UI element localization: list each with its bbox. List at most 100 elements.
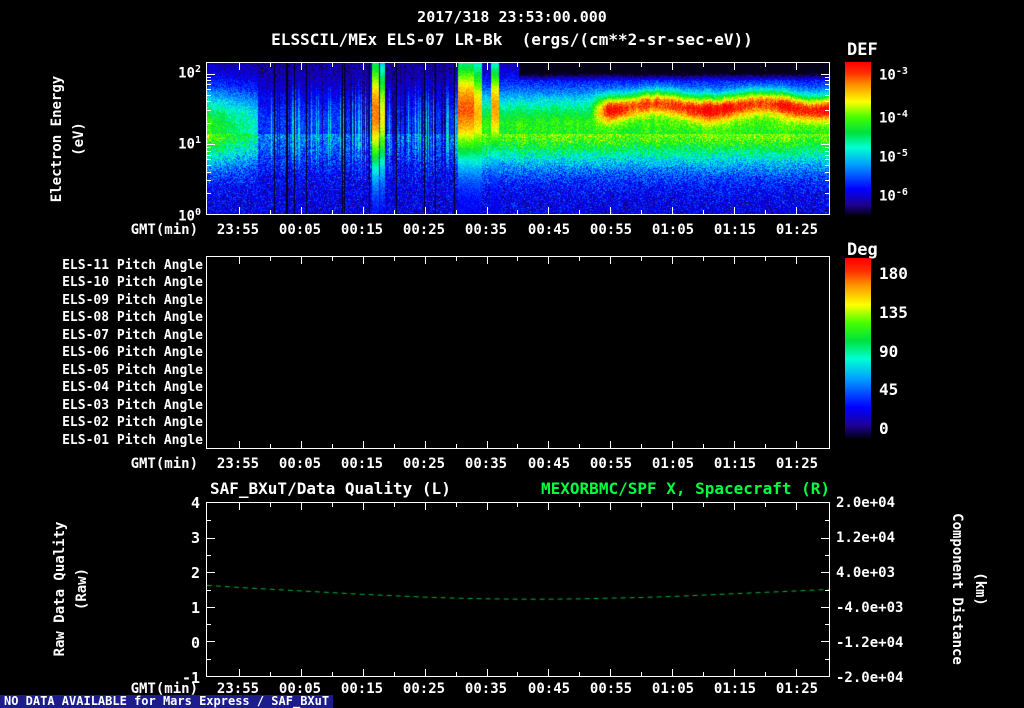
tick-mark <box>796 441 797 448</box>
quality-tick-label: 2 <box>190 564 200 582</box>
tick-mark <box>425 503 426 510</box>
tick-mark <box>765 672 766 676</box>
tick-mark <box>270 210 271 214</box>
tick-mark <box>425 669 426 676</box>
x-tick-label: 01:15 <box>713 222 757 238</box>
tick-mark <box>548 257 549 264</box>
tick-mark <box>332 444 333 448</box>
line-plot-panel <box>206 502 830 677</box>
deg-colorbar-tick: 90 <box>879 342 899 361</box>
bottom-left-title: SAF_BXuT/Data Quality (L) <box>210 479 451 498</box>
tick-mark <box>394 672 395 676</box>
tick-mark <box>703 503 704 507</box>
x-tick-label: 00:45 <box>527 222 571 238</box>
tick-mark <box>821 538 829 539</box>
x-tick-label: 01:05 <box>651 222 695 238</box>
quality-axis-label: Raw Data Quality <box>52 521 68 657</box>
tick-exp: 1 <box>194 135 201 146</box>
tick-mark <box>207 144 215 145</box>
x-tick-label: 01:05 <box>651 456 695 472</box>
tick-mark <box>703 672 704 676</box>
tick-exp: -6 <box>895 187 908 198</box>
tick-mark <box>825 84 829 85</box>
tick-mark <box>207 172 211 173</box>
spectrogram-panel <box>206 62 830 215</box>
tick-base: 10 <box>178 65 195 82</box>
tick-mark <box>579 672 580 676</box>
x-tick-label: 00:05 <box>278 456 322 472</box>
tick-mark <box>425 207 426 214</box>
tick-mark <box>425 441 426 448</box>
tick-mark <box>394 503 395 507</box>
quality-tick-label: 3 <box>190 529 200 547</box>
pitch-row-label: ELS-05 Pitch Angle <box>62 363 203 378</box>
tick-mark <box>821 572 829 573</box>
tick-mark <box>579 63 580 67</box>
tick-mark <box>301 63 302 70</box>
tick-mark <box>610 207 611 214</box>
tick-mark <box>821 74 829 75</box>
x-tick-label: 01:25 <box>775 222 819 238</box>
tick-exp: -5 <box>895 148 908 159</box>
tick-mark <box>207 538 215 539</box>
tick-mark <box>517 210 518 214</box>
x-tick-label: 01:05 <box>651 681 695 697</box>
deg-colorbar <box>845 258 871 438</box>
tick-mark <box>796 669 797 676</box>
tick-mark <box>207 147 211 148</box>
tick-mark <box>270 672 271 676</box>
tick-exp: -3 <box>895 66 908 77</box>
tick-mark <box>394 257 395 261</box>
tick-mark <box>517 257 518 261</box>
tick-mark <box>548 63 549 70</box>
tick-mark <box>796 257 797 264</box>
tick-mark <box>487 63 488 70</box>
x-tick-label: 00:55 <box>589 222 633 238</box>
tick-mark <box>579 210 580 214</box>
pitch-row-label: ELS-09 Pitch Angle <box>62 293 203 308</box>
tick-mark <box>456 672 457 676</box>
x-tick-label: 00:35 <box>464 456 508 472</box>
tick-exp: -4 <box>895 109 908 120</box>
tick-mark <box>332 63 333 67</box>
tick-base: 10 <box>178 136 195 153</box>
tick-mark <box>207 555 211 556</box>
pitch-row-label: ELS-08 Pitch Angle <box>62 310 203 325</box>
tick-mark <box>207 572 215 573</box>
tick-mark <box>734 441 735 448</box>
distance-tick-label: 1.2e+04 <box>836 530 896 546</box>
tick-mark <box>825 110 829 111</box>
tick-mark <box>270 257 271 261</box>
tick-mark <box>703 210 704 214</box>
def-colorbar-tick: 10-3 <box>879 66 908 84</box>
x-tick-label: 00:15 <box>340 456 384 472</box>
x-tick-label: 01:15 <box>713 456 757 472</box>
quality-axis-units: (Raw) <box>74 567 90 611</box>
tick-mark <box>641 257 642 261</box>
pitch-row-label: ELS-01 Pitch Angle <box>62 433 203 448</box>
x-tick-label: 01:25 <box>775 456 819 472</box>
tick-mark <box>734 63 735 70</box>
tick-mark <box>703 63 704 67</box>
plot-screen: 2017/318 23:53:00.000 ELSSCIL/MEx ELS-07… <box>0 0 1024 708</box>
tick-mark <box>765 257 766 261</box>
tick-mark <box>207 77 211 78</box>
x-tick-label: 23:55 <box>216 456 260 472</box>
tick-mark <box>825 624 829 625</box>
distance-tick-label: -2.0e+04 <box>836 670 904 686</box>
tick-mark <box>207 607 215 608</box>
tick-mark <box>825 659 829 660</box>
energy-tick: 102 <box>178 64 201 82</box>
tick-mark <box>825 147 829 148</box>
tick-mark <box>825 101 829 102</box>
tick-mark <box>425 257 426 264</box>
tick-mark <box>394 63 395 67</box>
tick-mark <box>825 159 829 160</box>
tick-mark <box>517 63 518 67</box>
tick-mark <box>825 80 829 81</box>
tick-mark <box>672 441 673 448</box>
tick-mark <box>487 207 488 214</box>
tick-mark <box>207 80 211 81</box>
def-colorbar-tick: 10-5 <box>879 148 908 166</box>
energy-axis-units: (eV) <box>71 122 87 156</box>
